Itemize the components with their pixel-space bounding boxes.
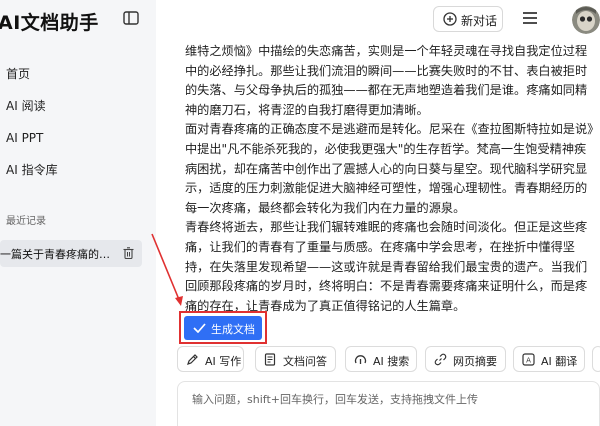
chat-input-area: [177, 381, 600, 426]
tool-web-summary[interactable]: 网页摘要: [425, 346, 506, 372]
doc-icon: [264, 353, 276, 366]
trash-icon[interactable]: [123, 247, 134, 259]
new-chat-button[interactable]: 新对话: [433, 6, 503, 32]
app-title: AI文档助手: [0, 12, 99, 34]
document-paragraph: 面对青春疼痛的正确态度不是逃避而是转化。尼采在《查拉图斯特拉如是说》中提出"凡不…: [185, 122, 594, 215]
sidebar-nav: 首页 AI 阅读 AI PPT AI 指令库: [0, 58, 156, 186]
check-icon: [193, 323, 206, 333]
annotation-arrow: [151, 233, 183, 306]
tool-ai-translate[interactable]: A AI 翻译: [513, 346, 585, 372]
new-chat-label: 新对话: [461, 14, 498, 28]
avatar[interactable]: [572, 6, 600, 34]
tool-doc-qa[interactable]: 文档问答: [255, 346, 336, 372]
sidebar-item-ai-commands[interactable]: AI 指令库: [0, 154, 156, 186]
sidebar-item-ai-reading[interactable]: AI 阅读: [0, 90, 156, 122]
document-paragraph: 维特之烦恼》中描绘的失恋痛苦，实则是一个年轻灵魂在寻找自我定位过程中的必经挣扎。…: [185, 44, 588, 117]
translate-icon: A: [522, 353, 535, 366]
chat-input[interactable]: [190, 392, 594, 407]
tool-label: AI 写作: [205, 355, 242, 368]
generate-document-label: 生成文档: [211, 323, 255, 336]
recent-record-label: 一篇关于青春疼痛的文章: [0, 248, 118, 261]
link-icon: [434, 353, 447, 366]
tool-more[interactable]: [592, 346, 600, 372]
document-paragraph: 青春终将逝去，那些让我们辗转难眠的疼痛也会随时间淡化。但正是这些疼痛，让我们的青…: [185, 220, 588, 313]
plus-circle-icon: [443, 12, 457, 26]
tool-label: 文档问答: [283, 355, 327, 368]
recent-records-title: 最近记录: [6, 216, 46, 227]
generate-document-button[interactable]: 生成文档: [184, 316, 262, 340]
svg-text:A: A: [526, 357, 531, 365]
tool-label: AI 翻译: [541, 355, 578, 368]
pen-icon: [187, 354, 198, 365]
sidebar-item-ai-ppt[interactable]: AI PPT: [0, 122, 156, 154]
tool-ai-writing[interactable]: AI 写作: [177, 346, 244, 372]
sidebar-collapse-icon[interactable]: [123, 11, 139, 25]
search-icon: [354, 355, 367, 364]
sidebar-item-home[interactable]: 首页: [0, 58, 156, 90]
menu-icon[interactable]: [522, 11, 538, 25]
sidebar: AI文档助手 首页 AI 阅读 AI PPT AI 指令库 最近记录 一篇关于青…: [0, 0, 156, 426]
document-content: 维特之烦恼》中描绘的失恋痛苦，实则是一个年轻灵魂在寻找自我定位过程中的必经挣扎。…: [185, 42, 597, 316]
tool-label: 网页摘要: [453, 355, 497, 368]
tool-ai-search[interactable]: AI 搜索: [345, 346, 417, 372]
recent-record-item[interactable]: 一篇关于青春疼痛的文章: [0, 240, 142, 267]
tool-label: AI 搜索: [373, 355, 410, 368]
